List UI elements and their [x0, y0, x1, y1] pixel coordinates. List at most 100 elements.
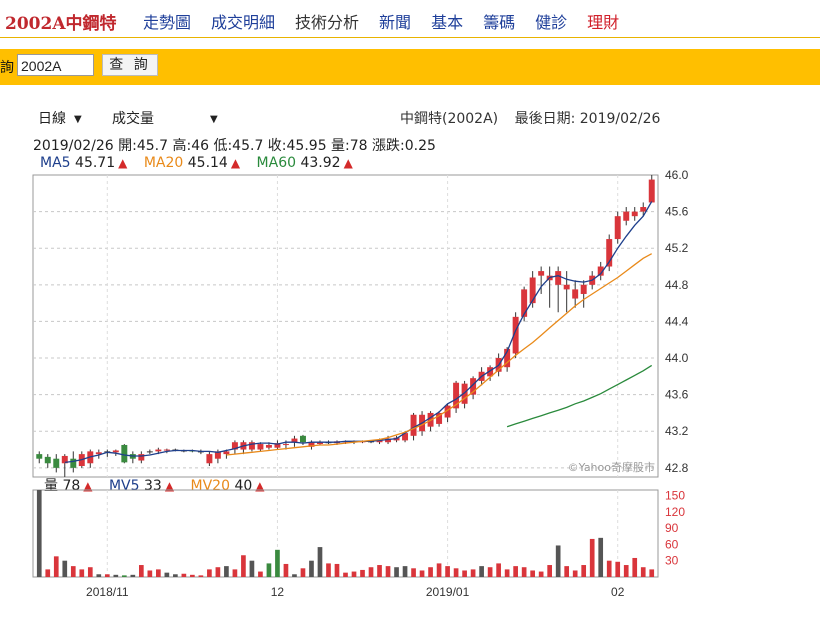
nav-link-1[interactable]: 成交明細: [211, 13, 275, 32]
candle-body: [44, 456, 51, 464]
volume-bar: [487, 567, 493, 577]
query-button[interactable]: 查 詢: [102, 54, 158, 76]
candle-body: [648, 179, 655, 203]
volume-bar: [173, 574, 178, 577]
price-tick-label: 44.0: [665, 351, 689, 365]
volume-bar: [164, 572, 170, 577]
candle-body: [580, 284, 587, 294]
volume-bar: [640, 567, 646, 577]
nav-links: 走勢圖 成交明細 技術分析 新聞 基本 籌碼 健診 理財: [143, 9, 639, 33]
volume-bar: [623, 565, 629, 577]
nav-link-4[interactable]: 基本: [431, 13, 463, 32]
volume-bar: [215, 567, 221, 577]
volume-bar: [104, 574, 110, 577]
candle-body: [112, 450, 119, 453]
volume-bar: [564, 566, 570, 577]
price-tick-label: 42.8: [665, 461, 689, 475]
candle-body: [138, 454, 145, 461]
volume-bar: [79, 569, 85, 577]
x-tick-label: 12: [271, 585, 285, 599]
stock-search-input[interactable]: 2002A: [17, 54, 94, 76]
candle-body: [53, 458, 60, 468]
price-tick-label: 43.2: [665, 424, 689, 438]
candle-body: [640, 207, 647, 212]
volume-bar: [181, 573, 187, 577]
candle-body: [121, 444, 128, 463]
volume-bar: [632, 557, 638, 577]
nav-link-0[interactable]: 走勢圖: [143, 13, 191, 32]
ma60-line: [506, 364, 653, 428]
candle-body: [223, 451, 230, 455]
volume-bar: [513, 566, 518, 577]
volume-bar: [402, 566, 408, 577]
candle-body: [538, 271, 545, 276]
volume-bar: [581, 565, 587, 577]
candle-body: [146, 451, 153, 453]
price-tick-label: 45.6: [665, 205, 689, 219]
volume-bar: [224, 566, 229, 577]
volume-bar: [207, 569, 212, 577]
volume-bar: [606, 560, 612, 577]
volume-bar: [530, 570, 535, 577]
volume-bar: [555, 545, 561, 577]
volume-bar: [598, 537, 604, 577]
volume-bar: [96, 574, 102, 577]
candle-body: [206, 454, 213, 464]
volume-bar: [232, 569, 238, 577]
volume-bar: [121, 575, 127, 577]
nav-divider: [0, 37, 820, 38]
candle-body: [623, 211, 630, 221]
volume-bar: [156, 569, 161, 577]
price-tick-label: 45.2: [665, 241, 689, 255]
candle-body: [155, 449, 162, 452]
volume-bar: [275, 549, 280, 577]
candle-body: [282, 444, 289, 446]
volume-bar: [547, 565, 553, 577]
volume-bar: [445, 566, 450, 577]
volume-bar: [300, 568, 306, 577]
volume-bar: [343, 572, 348, 577]
candle-body: [563, 284, 570, 290]
volume-bar: [453, 568, 459, 577]
volume-bar: [198, 575, 204, 577]
volume-bar: [436, 563, 442, 577]
nav-link-5[interactable]: 籌碼: [483, 13, 515, 32]
candle-body: [521, 289, 528, 317]
volume-bar: [326, 563, 331, 577]
volume-bar: [462, 570, 467, 577]
nav-link-7[interactable]: 理財: [587, 13, 619, 32]
volume-bar: [283, 563, 289, 577]
volume-bar: [351, 571, 357, 577]
nav-link-3[interactable]: 新聞: [379, 13, 411, 32]
candle-body: [631, 211, 638, 217]
price-tick-label: 44.4: [665, 314, 689, 328]
volume-bar: [615, 561, 621, 577]
volume-bar: [504, 569, 510, 577]
volume-bar: [138, 565, 144, 577]
volume-bar: [113, 574, 119, 577]
volume-bar: [411, 568, 416, 577]
volume-bar: [45, 569, 51, 577]
chart-area: 日線 ▼ 成交量 ▼ 中鋼特(2002A) 最後日期: 2019/02/26 201…: [0, 100, 820, 621]
volume-bar: [368, 567, 374, 577]
x-tick-label: 2018/11: [86, 585, 129, 599]
volume-bar: [147, 570, 153, 577]
volume-bar: [130, 574, 136, 577]
volume-tick-label: 90: [665, 521, 679, 535]
volume-bar: [360, 569, 365, 577]
candle-body: [163, 449, 170, 451]
ma5-line: [64, 201, 653, 464]
volume-bar: [309, 560, 314, 577]
top-nav: 2002A中鋼特 走勢圖 成交明細 技術分析 新聞 基本 籌碼 健診 理財: [0, 0, 820, 38]
volume-bar: [249, 560, 255, 577]
nav-link-2[interactable]: 技術分析: [295, 13, 359, 32]
volume-bar: [70, 566, 76, 577]
candle-body: [265, 444, 272, 448]
volume-bar: [419, 570, 425, 577]
nav-link-6[interactable]: 健診: [535, 13, 567, 32]
volume-bar: [521, 567, 527, 577]
candle-body: [299, 435, 306, 443]
volume-bar: [190, 574, 195, 577]
candle-body: [555, 271, 562, 285]
volume-bar: [572, 570, 578, 577]
